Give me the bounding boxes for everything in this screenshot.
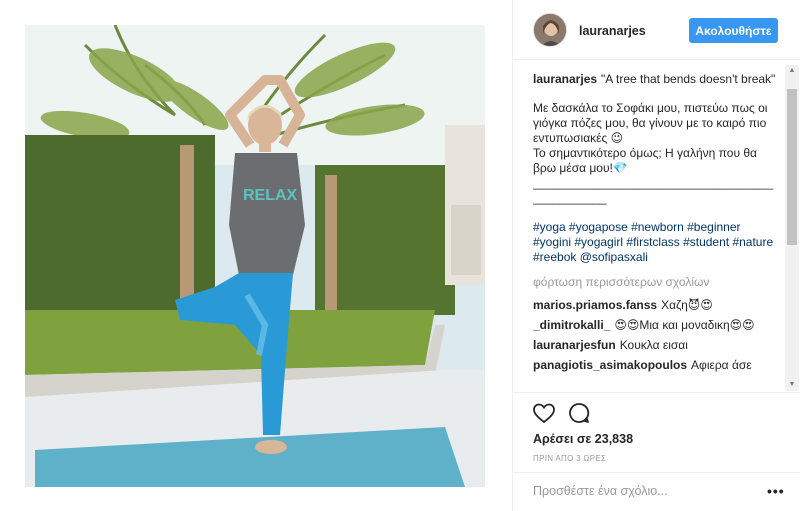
comment: panagiotis_asimakopoulos Αφιερα άσε (533, 358, 776, 373)
svg-text:RELAX: RELAX (243, 187, 298, 204)
heart-icon[interactable] (532, 401, 556, 425)
follow-button[interactable]: Ακολουθήστε (689, 18, 778, 43)
comment: _dimitrokalli_ 😍😍Μια και μοναδικη😍😍 (533, 318, 776, 333)
comment-text: Αφιερα άσε (691, 358, 752, 372)
comment: marios.priamos.fanss Χαζη😈😍 (533, 298, 776, 313)
add-comment-bar: ••• (513, 472, 800, 511)
more-options-button[interactable]: ••• (767, 483, 785, 499)
caption: lauranarjes "A tree that bends doesn't br… (533, 72, 776, 265)
post-actions: Αρέσει σε 23,838 ΠΡΙΝ ΑΠΟ 3 ΩΡΕΣ (513, 392, 800, 472)
comments-scrollbar[interactable]: ▲ ▼ (785, 65, 799, 391)
scroll-down-icon[interactable]: ▼ (785, 379, 799, 391)
comment-text: Χαζη😈😍 (661, 298, 713, 312)
caption-separator: ________________________________________… (533, 176, 774, 205)
likes-count[interactable]: Αρέσει σε 23,838 (533, 432, 633, 446)
load-more-comments-link[interactable]: φόρτωση περισσότερων σχολίων (533, 275, 776, 290)
comment-username[interactable]: _dimitrokalli_ (533, 318, 610, 332)
caption-hashtags[interactable]: #yoga #yogapose #newborn #beginner #yogi… (533, 220, 776, 265)
post-timestamp: ΠΡΙΝ ΑΠΟ 3 ΩΡΕΣ (533, 454, 607, 463)
caption-line-1: Με δασκάλα το Σοφάκι μου, πιστεύω πως οι… (533, 101, 768, 145)
comment-input[interactable] (533, 481, 753, 501)
comment-text: Κουκλα εισαι (619, 338, 688, 352)
caption-line-2: Το σημαντικότερο όμως; Η γαλήνη που θα β… (533, 146, 757, 175)
yoga-photo: RELAX (25, 25, 485, 487)
caption-username[interactable]: lauranarjes (533, 72, 597, 86)
comment: lauranarjesfun Κουκλα εισαι (533, 338, 776, 353)
scroll-up-icon[interactable]: ▲ (785, 65, 799, 77)
comment-username[interactable]: marios.priamos.fanss (533, 298, 657, 312)
avatar[interactable] (533, 13, 567, 47)
scrollbar-thumb[interactable] (787, 89, 797, 245)
comments-section: lauranarjes "A tree that bends doesn't br… (533, 72, 776, 390)
post-header: lauranarjes Ακολουθήστε (513, 0, 800, 60)
post-username[interactable]: lauranarjes (579, 24, 646, 38)
speech-bubble-icon[interactable] (567, 401, 591, 425)
comment-text: 😍😍Μια και μοναδικη😍😍 (614, 318, 755, 332)
caption-title: "A tree that bends doesn't break" (601, 72, 776, 86)
post-image[interactable]: RELAX (25, 25, 485, 487)
comment-username[interactable]: panagiotis_asimakopoulos (533, 358, 687, 372)
comment-username[interactable]: lauranarjesfun (533, 338, 616, 352)
